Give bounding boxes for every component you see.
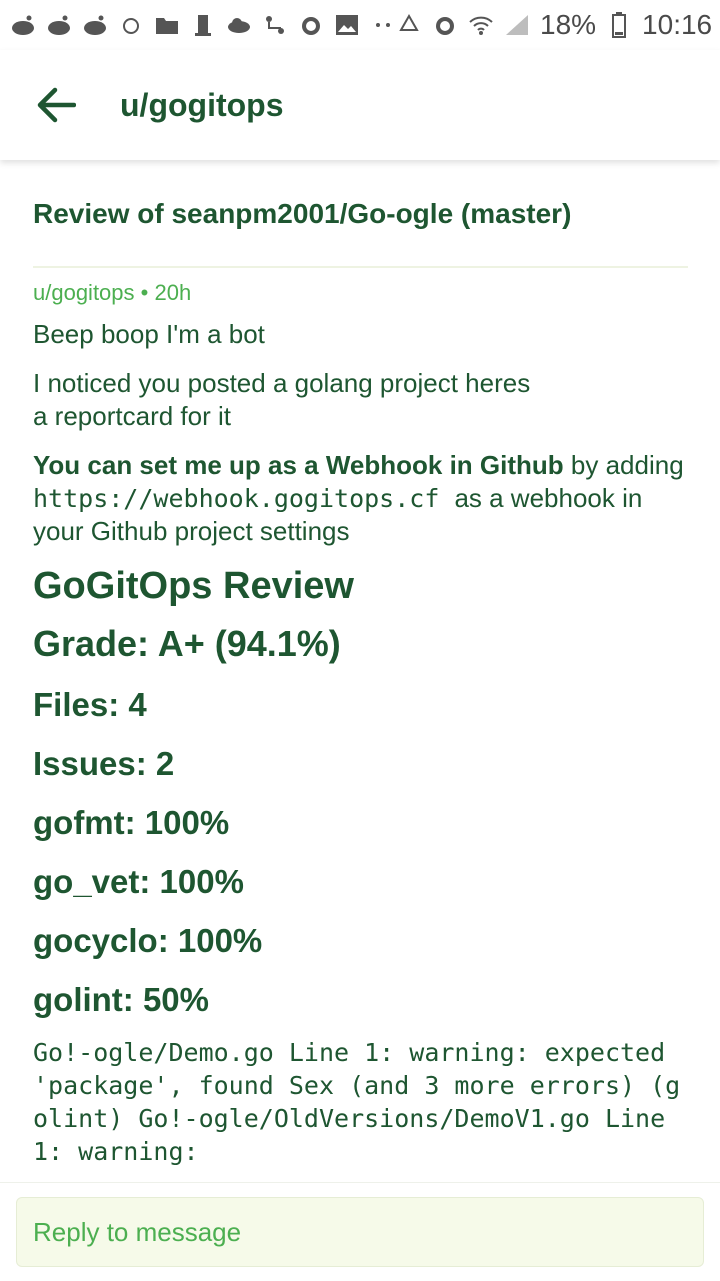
review-heading: GoGitOps Review (33, 565, 354, 607)
files-stat: Files: 4 (33, 686, 147, 723)
page-title: u/gogitops (120, 86, 284, 123)
divider (33, 266, 688, 268)
alarm-icon (298, 12, 324, 38)
grade-heading: Grade: A+ (94.1%) (33, 623, 341, 664)
body-paragraph: I noticed you posted a golang project he… (33, 367, 693, 433)
gofmt-stat: gofmt: 100% (33, 804, 230, 841)
alarm-icon (432, 12, 458, 38)
message-content: Review of seanpm2001/Go-ogle (master) u/… (0, 160, 720, 1182)
author-link[interactable]: u/gogitops (33, 280, 135, 305)
message-meta: u/gogitops • 20h (33, 280, 191, 306)
route-icon (262, 12, 288, 38)
status-bar-right: 18% 10:16 (396, 9, 712, 41)
reddit-icon (10, 12, 36, 38)
body-paragraph: Beep boop I'm a bot (33, 319, 265, 349)
meta-separator: • (134, 280, 155, 305)
app-bar: u/gogitops (0, 50, 720, 160)
image-icon (334, 12, 360, 38)
webhook-strong: You can set me up as a Webhook in Github (33, 450, 564, 480)
status-bar: 18% 10:16 (0, 0, 720, 50)
battery-icon (606, 12, 632, 38)
issues-stat: Issues: 2 (33, 745, 175, 782)
message-age: 20h (154, 280, 192, 305)
battery-percent: 18% (540, 9, 597, 40)
webhook-by: by adding (563, 450, 684, 480)
reply-input[interactable]: Reply to message (16, 1197, 704, 1267)
gocyclo-stat: gocyclo: 100% (33, 922, 263, 959)
recycle-icon (396, 12, 422, 38)
body-line: I noticed you posted a golang project he… (33, 368, 531, 398)
reply-bar: Reply to message (0, 1182, 720, 1281)
building-icon (190, 12, 216, 38)
arrow-left-icon (37, 87, 76, 123)
go-vet-stat: go_vet: 100% (33, 863, 244, 900)
webhook-url: https://webhook.gogitops.cf (33, 484, 455, 513)
bug-icon (118, 12, 144, 38)
wifi-icon (468, 12, 494, 38)
back-button[interactable] (26, 75, 86, 135)
folder-icon (154, 12, 180, 38)
golint-stat: golint: 50% (33, 981, 210, 1018)
cloud-icon (226, 12, 252, 38)
reddit-icon (82, 12, 108, 38)
lint-warnings: Go!-ogle/Demo.go Line 1: warning: expect… (33, 1038, 681, 1166)
webhook-paragraph: You can set me up as a Webhook in Github… (33, 449, 693, 548)
clock: 10:16 (642, 9, 713, 40)
message-subject: Review of seanpm2001/Go-ogle (master) (33, 198, 572, 229)
signal-icon (504, 12, 530, 38)
reddit-icon (46, 12, 72, 38)
status-bar-left-icons (10, 12, 396, 38)
message-body: Beep boop I'm a bot I noticed you posted… (33, 318, 693, 1168)
dots-icon (370, 12, 396, 38)
body-line: a reportcard for it (33, 401, 231, 431)
